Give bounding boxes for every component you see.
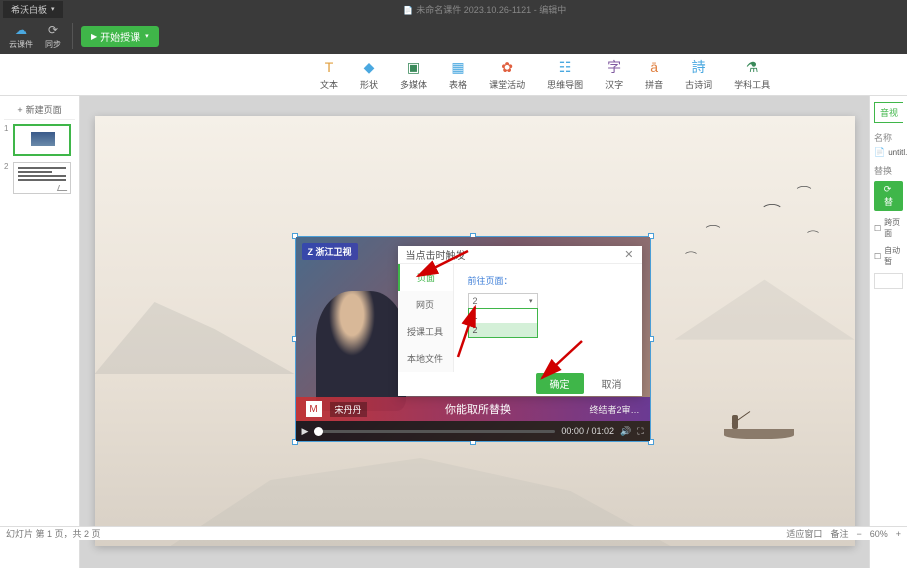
goto-page-label: 前往页面： <box>468 274 628 287</box>
cross-page-checkbox[interactable]: 跨页面 <box>874 217 903 239</box>
sync-icon: ⟳ <box>45 22 61 38</box>
slides-panel: 新建页面 1 2 <box>0 96 80 568</box>
shape-icon: ◆ <box>360 58 378 76</box>
boat-illustration <box>724 429 794 439</box>
modal-footer: 确定 取消 <box>398 372 642 396</box>
annotation-arrow <box>413 248 473 285</box>
slide-count-status: 幻灯片 第 1 页，共 2 页 <box>6 527 101 540</box>
name-label: 名称 <box>874 131 903 144</box>
text-icon: T <box>320 58 338 76</box>
pinyin-icon: ā <box>645 58 663 76</box>
caption-bar: M 宋丹丹 你能取所替换 终结者2审… <box>296 397 650 421</box>
modal-close-button[interactable]: ✕ <box>624 248 633 261</box>
progress-track[interactable] <box>314 430 555 433</box>
channel-logo: Z 浙江卫视 <box>302 243 358 260</box>
annotation-arrow <box>537 336 587 391</box>
annotation-arrow <box>453 302 481 367</box>
hanzi-button[interactable]: 字汉字 <box>605 58 623 91</box>
zoom-in-button[interactable]: + <box>896 529 901 539</box>
caption-icon: M <box>306 401 322 417</box>
bird-icon: ︵ <box>705 215 720 230</box>
separator <box>72 23 73 49</box>
corner-text: 终结者2审… <box>589 403 639 416</box>
document-title: 未命名课件 2023.10.26-1121 - 编辑中 <box>63 3 907 16</box>
slide-thumb-2[interactable]: 2 <box>4 162 75 194</box>
notes-button[interactable]: 备注 <box>830 527 848 540</box>
slide-canvas[interactable]: ︵ ︵ ︵ ︵ ︵ Z 浙江卫视 <box>95 116 855 546</box>
bird-icon: ︵ <box>807 224 819 235</box>
insert-media-button[interactable]: ▣多媒体 <box>400 58 427 91</box>
mindmap-button[interactable]: ☷思维导图 <box>547 58 583 91</box>
auto-pause-checkbox[interactable]: 自动暂 <box>874 245 903 267</box>
video-time: 00:00 / 01:02 <box>561 426 614 436</box>
bird-icon: ︵ <box>796 176 811 191</box>
insert-table-button[interactable]: ▦表格 <box>449 58 467 91</box>
table-icon: ▦ <box>449 58 467 76</box>
progress-thumb[interactable] <box>314 427 323 436</box>
canvas-area[interactable]: ︵ ︵ ︵ ︵ ︵ Z 浙江卫视 <box>80 96 869 568</box>
modal-cancel-button[interactable]: 取消 <box>594 373 630 394</box>
cloud-icon: ☁ <box>13 22 29 38</box>
activity-icon: ✿ <box>498 58 516 76</box>
slide-number: 1 <box>4 124 8 133</box>
start-presentation-button[interactable]: 开始授课 <box>81 26 159 47</box>
media-icon: ▣ <box>405 58 423 76</box>
panel-tab-audio-video[interactable]: 音视 <box>874 102 903 123</box>
main-area: 新建页面 1 2 ︵ ︵ ︵ ︵ ︵ <box>0 96 907 568</box>
status-bar: 幻灯片 第 1 页，共 2 页 适应窗口 备注 − 60% + <box>0 526 907 540</box>
insert-text-button[interactable]: T文本 <box>320 58 338 91</box>
slide-thumb-1[interactable]: 1 <box>4 124 75 156</box>
speaker-name: 宋丹丹 <box>330 402 367 417</box>
bird-icon: ︵ <box>763 193 781 210</box>
slider-control[interactable] <box>874 273 903 289</box>
modal-tab-tool[interactable]: 授课工具 <box>398 318 453 345</box>
file-name: untitl... <box>874 147 903 158</box>
sync-label: 同步 <box>45 39 61 50</box>
video-person <box>316 291 406 411</box>
properties-panel: 音视 名称 untitl... 替换 替 跨页面 自动暂 <box>869 96 907 568</box>
app-menu-button[interactable]: 希沃白板 <box>3 1 63 18</box>
sync-button[interactable]: ⟳ 同步 <box>42 22 64 50</box>
replace-label: 替换 <box>874 164 903 177</box>
titlebar: 希沃白板 未命名课件 2023.10.26-1121 - 编辑中 <box>0 0 907 18</box>
new-page-button[interactable]: 新建页面 <box>4 100 75 120</box>
zoom-out-button[interactable]: − <box>856 529 861 539</box>
slide-number: 2 <box>4 162 8 171</box>
insert-shape-button[interactable]: ◆形状 <box>360 58 378 91</box>
subject-tools-button[interactable]: ⚗学科工具 <box>734 58 770 91</box>
pinyin-button[interactable]: ā拼音 <box>645 58 663 91</box>
poetry-icon: 詩 <box>690 58 708 76</box>
modal-tab-web[interactable]: 网页 <box>398 291 453 318</box>
top-toolbar: ☁ 云课件 ⟳ 同步 开始授课 <box>0 18 907 54</box>
ancient-poetry-button[interactable]: 詩古诗词 <box>685 58 712 91</box>
insert-ribbon: T文本 ◆形状 ▣多媒体 ▦表格 ✿课堂活动 ☷思维导图 字汉字 ā拼音 詩古诗… <box>0 54 907 96</box>
play-button[interactable]: ▶ <box>302 426 309 437</box>
modal-tab-local[interactable]: 本地文件 <box>398 345 453 372</box>
replace-button[interactable]: 替 <box>874 181 903 211</box>
bird-icon: ︵ <box>685 245 697 256</box>
fit-window-button[interactable]: 适应窗口 <box>786 527 822 540</box>
hanzi-icon: 字 <box>605 58 623 76</box>
subject-icon: ⚗ <box>743 58 761 76</box>
volume-icon[interactable]: 🔊 <box>620 426 631 437</box>
video-controls: ▶ 00:00 / 01:02 🔊 ⛶ <box>296 421 650 441</box>
cloud-label: 云课件 <box>9 39 33 50</box>
fullscreen-icon[interactable]: ⛶ <box>637 426 643 437</box>
mindmap-icon: ☷ <box>556 58 574 76</box>
zoom-level: 60% <box>870 529 888 539</box>
caption-text: 你能取所替换 <box>375 401 582 417</box>
class-activity-button[interactable]: ✿课堂活动 <box>489 58 525 91</box>
cloud-courseware-button[interactable]: ☁ 云课件 <box>6 22 36 50</box>
